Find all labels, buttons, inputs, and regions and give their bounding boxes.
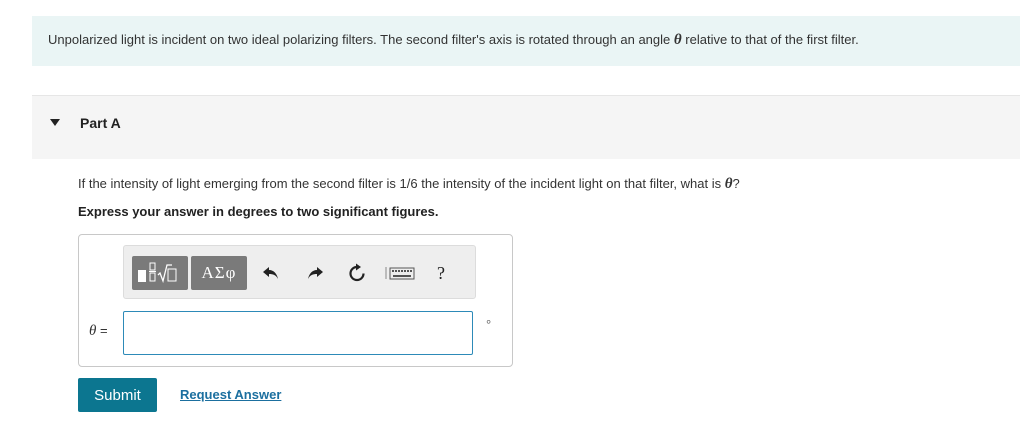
greek-symbols-button[interactable]: ΑΣφ bbox=[191, 256, 247, 290]
problem-intro: Unpolarized light is incident on two ide… bbox=[32, 16, 1020, 66]
intro-text-before: Unpolarized light is incident on two ide… bbox=[48, 32, 674, 47]
help-button[interactable]: ? bbox=[428, 260, 454, 286]
answer-box: ΑΣφ ? θ = ° bbox=[78, 234, 513, 367]
question-theta-symbol: θ bbox=[724, 176, 733, 192]
question-text-before: If the intensity of light emerging from … bbox=[78, 176, 725, 191]
templates-button[interactable] bbox=[132, 256, 188, 290]
answer-input[interactable] bbox=[123, 311, 473, 355]
question-text: If the intensity of light emerging from … bbox=[78, 176, 740, 193]
reset-icon[interactable] bbox=[344, 260, 370, 286]
answer-variable-label: θ = bbox=[89, 323, 108, 340]
degree-unit: ° bbox=[486, 317, 492, 332]
request-answer-link[interactable]: Request Answer bbox=[180, 387, 281, 402]
undo-icon[interactable] bbox=[258, 260, 284, 286]
redo-icon[interactable] bbox=[302, 260, 328, 286]
intro-text-after: relative to that of the first filter. bbox=[681, 32, 859, 47]
caret-down-icon[interactable] bbox=[50, 119, 60, 126]
answer-equals: = bbox=[96, 323, 108, 338]
submit-button[interactable]: Submit bbox=[78, 378, 157, 412]
part-a-header[interactable]: Part A bbox=[32, 95, 1020, 159]
templates-icon bbox=[138, 262, 177, 284]
keyboard-icon[interactable] bbox=[383, 260, 417, 286]
math-toolbar: ΑΣφ ? bbox=[123, 245, 476, 299]
intro-theta-symbol: θ bbox=[673, 32, 682, 48]
part-title: Part A bbox=[80, 115, 121, 131]
answer-instruction: Express your answer in degrees to two si… bbox=[78, 204, 439, 219]
question-text-after: ? bbox=[732, 176, 740, 191]
